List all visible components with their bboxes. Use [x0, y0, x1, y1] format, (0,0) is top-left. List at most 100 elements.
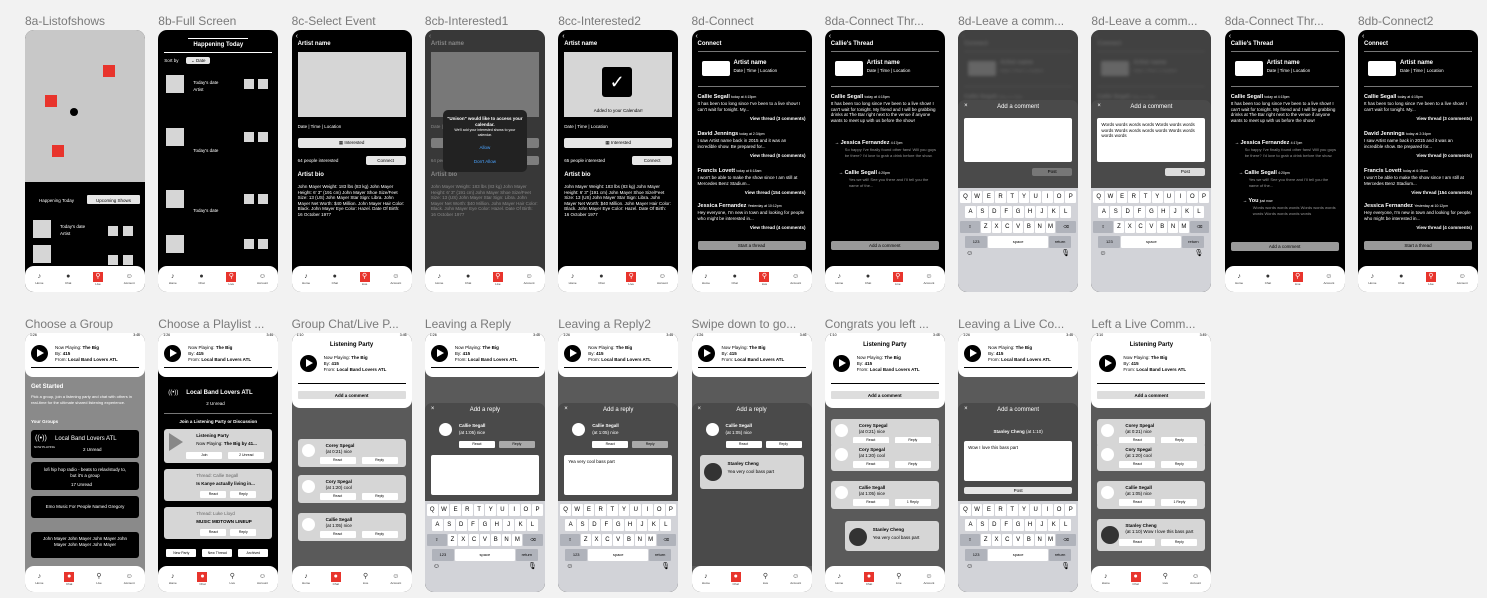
nav-live[interactable]: ⚲ Live: [1161, 573, 1169, 585]
key[interactable]: I: [508, 504, 520, 516]
reply-button[interactable]: Reply: [361, 531, 398, 538]
key[interactable]: R: [1128, 191, 1140, 203]
key[interactable]: B: [490, 534, 501, 546]
progress-track[interactable]: [1097, 383, 1206, 384]
mic-icon[interactable]: 🎙: [1061, 250, 1070, 256]
react-button[interactable]: React: [319, 531, 356, 538]
view-thread-link[interactable]: View thread (4 comments): [750, 225, 806, 231]
key[interactable]: J: [1036, 206, 1048, 218]
key[interactable]: K: [1048, 206, 1060, 218]
comment-input[interactable]: [964, 118, 1073, 162]
nav-account[interactable]: ☺ Account: [1323, 273, 1334, 285]
key[interactable]: M: [512, 534, 523, 546]
shift-key[interactable]: ⇧: [426, 534, 447, 546]
reply-button[interactable]: Reply: [894, 461, 931, 468]
react-button[interactable]: React: [1119, 499, 1156, 506]
key[interactable]: O: [1053, 504, 1065, 516]
key[interactable]: N: [1034, 221, 1045, 233]
numbers-key[interactable]: 123: [965, 549, 988, 561]
key[interactable]: L: [1193, 206, 1205, 218]
key[interactable]: Q: [1093, 191, 1105, 203]
key[interactable]: D: [588, 519, 600, 531]
key[interactable]: S: [976, 206, 988, 218]
key[interactable]: M: [1045, 534, 1056, 546]
key[interactable]: J: [503, 519, 515, 531]
nav-live[interactable]: ⚲ Live: [892, 272, 903, 286]
artboard[interactable]: 8d-Leave a comm... ‹ Connect Artist name…: [1091, 14, 1212, 292]
key[interactable]: M: [1045, 221, 1056, 233]
react-button[interactable]: React: [458, 441, 495, 448]
shift-key[interactable]: ⇧: [960, 534, 980, 546]
key[interactable]: A: [431, 519, 443, 531]
view-thread-link[interactable]: View thread (0 comments): [1416, 153, 1472, 159]
nav-live[interactable]: ⚲ Live: [92, 272, 103, 286]
show-image[interactable]: [166, 190, 185, 208]
play-button[interactable]: [697, 345, 715, 362]
key[interactable]: H: [1024, 519, 1036, 531]
allow-button[interactable]: Allow: [443, 145, 527, 151]
nav-account[interactable]: ☺ Account: [390, 573, 401, 585]
delete-key[interactable]: ⌫: [656, 534, 677, 546]
react-button[interactable]: React: [319, 493, 356, 500]
tab-upcoming-shows[interactable]: Upcoming Shows: [86, 194, 141, 205]
key[interactable]: U: [1163, 191, 1175, 203]
back-icon[interactable]: ‹: [296, 33, 298, 40]
key[interactable]: A: [965, 206, 976, 218]
nav-live[interactable]: ⚲ Live: [226, 272, 237, 286]
react-button[interactable]: React: [725, 441, 762, 448]
post-button[interactable]: Post: [1032, 168, 1073, 176]
view-thread-link[interactable]: View thread (3 comments): [1416, 116, 1472, 122]
key[interactable]: F: [1134, 206, 1145, 218]
nav-live[interactable]: ⚲ Live: [895, 573, 903, 585]
add-comment-button[interactable]: Add a comment: [292, 393, 412, 399]
nav-live[interactable]: ⚲ Live: [759, 272, 770, 286]
reply-button[interactable]: Reply: [361, 457, 398, 464]
nav-account[interactable]: ☺ Account: [1457, 273, 1468, 285]
show-image[interactable]: [166, 128, 185, 146]
key[interactable]: Y: [1151, 191, 1163, 203]
action-icon[interactable]: [244, 132, 255, 142]
play-button[interactable]: [31, 345, 48, 362]
nav-home[interactable]: ♪ Home: [1235, 273, 1243, 285]
nav-account[interactable]: ☺ Account: [124, 573, 135, 585]
nav-live[interactable]: ⚲ Live: [1425, 272, 1436, 286]
action-icon[interactable]: [244, 79, 255, 89]
nav-home[interactable]: ♪ Home: [1102, 573, 1110, 585]
reply-button[interactable]: Reply: [498, 441, 535, 448]
view-thread-link[interactable]: View thread (0 comments): [750, 153, 806, 159]
nav-chat[interactable]: ● Chat: [1397, 273, 1405, 285]
key[interactable]: A: [1098, 206, 1110, 218]
artboard[interactable]: Left a Live Comm... Corey Spegal (at 0:2…: [1091, 317, 1212, 592]
delete-key[interactable]: ⌫: [523, 534, 543, 546]
key[interactable]: S: [443, 519, 455, 531]
artboard[interactable]: Group Chat/Live P... Corey Spegal (at 0:…: [291, 317, 412, 592]
key[interactable]: I: [1042, 504, 1053, 516]
artboard[interactable]: 8a-Listofshows Happening Today Upcoming …: [25, 14, 145, 292]
reply-button[interactable]: Reply: [361, 493, 398, 500]
artboard[interactable]: 8cb-Interested1 ‹ Artist name Date | Tim…: [424, 14, 545, 292]
nav-chat[interactable]: ● Chat: [331, 273, 339, 285]
nav-chat[interactable]: ● Chat: [64, 273, 72, 285]
key[interactable]: J: [636, 519, 648, 531]
key[interactable]: P: [1198, 191, 1210, 203]
progress-track[interactable]: [297, 383, 406, 384]
post-button[interactable]: Post: [964, 487, 1073, 494]
key[interactable]: S: [1110, 206, 1122, 218]
react-button[interactable]: React: [319, 457, 356, 464]
add-comment-button[interactable]: Add a comment: [830, 241, 939, 250]
artboard[interactable]: Leaving a Live Co... Now Playing: The Bi…: [958, 317, 1079, 592]
nav-live[interactable]: ⚲ Live: [362, 573, 370, 585]
key[interactable]: Q: [960, 191, 971, 203]
key[interactable]: V: [479, 534, 490, 546]
artboard[interactable]: 8d-Leave a comm... ‹ Connect Artist name…: [958, 14, 1079, 292]
mic-icon[interactable]: 🎙: [1061, 563, 1070, 569]
mic-icon[interactable]: 🎙: [528, 563, 537, 569]
nav-chat[interactable]: ● Chat: [464, 273, 472, 285]
nav-chat[interactable]: ● Chat: [597, 273, 605, 285]
key[interactable]: I: [642, 504, 653, 516]
nav-live[interactable]: ⚲ Live: [1292, 272, 1303, 286]
key[interactable]: P: [1065, 191, 1077, 203]
key[interactable]: R: [995, 504, 1006, 516]
key[interactable]: P: [532, 504, 543, 516]
react-button[interactable]: React: [1119, 461, 1156, 468]
